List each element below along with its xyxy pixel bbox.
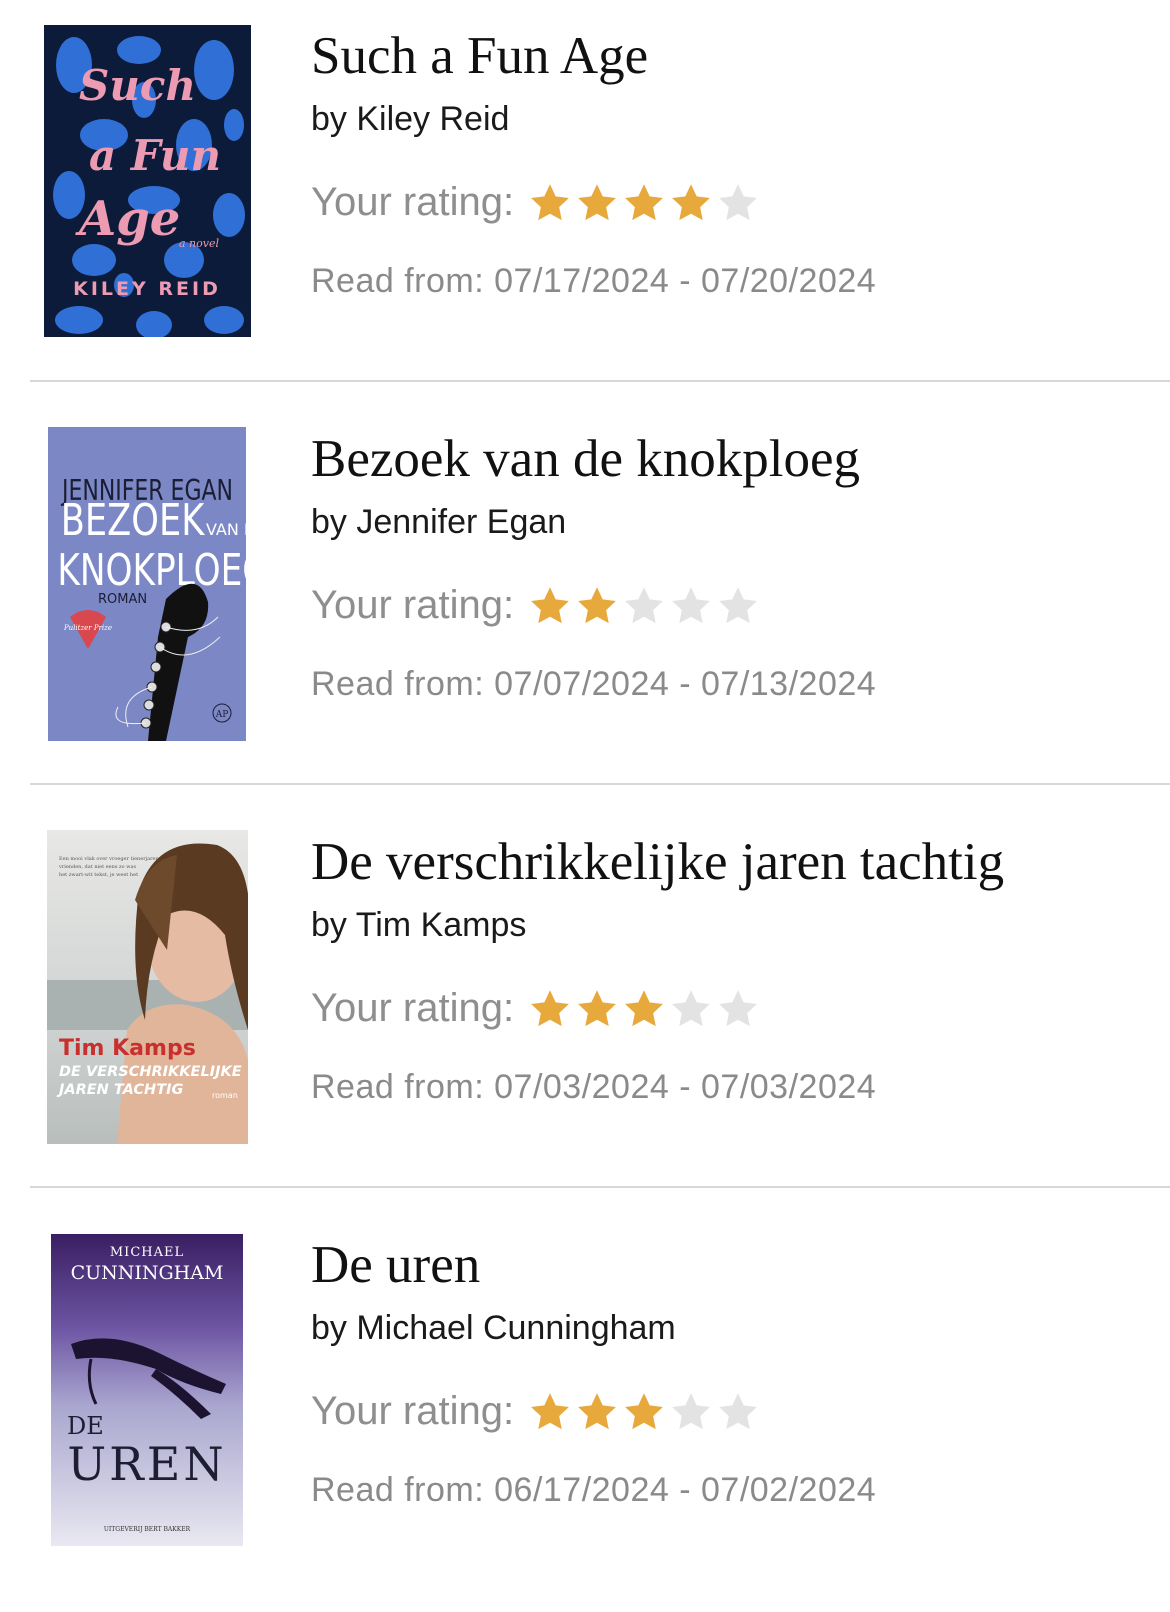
cover-author-last: CUNNINGHAM [71, 1262, 224, 1284]
star-empty-icon[interactable] [669, 986, 716, 1030]
rating-label: Your rating: [311, 180, 515, 224]
book-list-item[interactable]: MICHAEL CUNNINGHAM DE UREN UITGEVERIJ BE… [0, 1209, 1170, 1612]
book-list-item[interactable]: Such a Fun Age a novel KILEY REID Such a… [0, 0, 1170, 403]
book-list-item[interactable]: Een mooi vlak over vroeger tienerjaren, … [0, 806, 1170, 1209]
book-title[interactable]: De verschrikkelijke jaren tachtig [311, 836, 1004, 889]
cover-title-line: BEZOEK [61, 495, 205, 546]
book-title[interactable]: De uren [311, 1239, 480, 1292]
star-rating[interactable] [528, 583, 763, 627]
star-filled-icon[interactable] [622, 1389, 669, 1433]
star-filled-icon[interactable] [575, 180, 622, 224]
cover-title-line: a Fun [89, 131, 221, 180]
book-cover-image[interactable]: Een mooi vlak over vroeger tienerjaren, … [47, 830, 248, 1144]
user-rating: Your rating: [311, 180, 763, 224]
svg-text:vrienden, dat niet eens zo was: vrienden, dat niet eens zo was [58, 864, 136, 870]
star-filled-icon[interactable] [575, 1389, 622, 1433]
star-filled-icon[interactable] [575, 583, 622, 627]
user-rating: Your rating: [311, 583, 763, 627]
cover-badge: Pulitzer Prize [63, 624, 112, 632]
user-rating: Your rating: [311, 1389, 763, 1433]
rating-label: Your rating: [311, 1389, 515, 1433]
star-rating[interactable] [528, 986, 763, 1030]
cover-title-line: Age [75, 191, 180, 247]
book-author[interactable]: by Tim Kamps [311, 908, 526, 942]
rating-label: Your rating: [311, 583, 515, 627]
star-filled-icon[interactable] [622, 180, 669, 224]
cover-title-big: UREN [67, 1437, 226, 1491]
star-filled-icon[interactable] [528, 1389, 575, 1433]
cover-title-small: DE [67, 1412, 104, 1440]
cover-author: KILEY REID [73, 278, 221, 300]
divider [30, 1186, 1170, 1188]
star-rating[interactable] [528, 180, 763, 224]
user-rating: Your rating: [311, 986, 763, 1030]
read-dates: Read from: 07/07/2024 - 07/13/2024 [311, 665, 877, 703]
star-empty-icon[interactable] [716, 1389, 763, 1433]
read-dates: Read from: 07/17/2024 - 07/20/2024 [311, 262, 877, 300]
read-dates: Read from: 07/03/2024 - 07/03/2024 [311, 1068, 877, 1106]
book-author[interactable]: by Kiley Reid [311, 102, 509, 136]
book-author[interactable]: by Jennifer Egan [311, 505, 566, 539]
star-filled-icon[interactable] [575, 986, 622, 1030]
book-cover-image[interactable]: JENNIFER EGAN BEZOEK VAN DE KNOKPLOEG RO… [48, 427, 246, 741]
star-filled-icon[interactable] [622, 986, 669, 1030]
star-empty-icon[interactable] [622, 583, 669, 627]
cover-subtitle: ROMAN [98, 592, 147, 607]
svg-text:Een mooi vlak over vroeger tie: Een mooi vlak over vroeger tienerjaren, [59, 856, 161, 862]
divider [30, 783, 1170, 785]
star-filled-icon[interactable] [528, 583, 575, 627]
book-title[interactable]: Bezoek van de knokploeg [311, 433, 860, 486]
book-cover-image[interactable]: Such a Fun Age a novel KILEY REID [44, 25, 251, 337]
book-author[interactable]: by Michael Cunningham [311, 1311, 676, 1345]
book-list-item[interactable]: JENNIFER EGAN BEZOEK VAN DE KNOKPLOEG RO… [0, 403, 1170, 806]
star-empty-icon[interactable] [669, 583, 716, 627]
cover-author-first: MICHAEL [110, 1245, 184, 1260]
cover-author: Tim Kamps [59, 1036, 196, 1061]
divider [30, 380, 1170, 382]
cover-title-line: KNOKPLOEG [57, 545, 246, 596]
cover-publisher: UITGEVERIJ BERT BAKKER [104, 1526, 191, 1533]
book-title[interactable]: Such a Fun Age [311, 30, 648, 83]
cover-title-line: JAREN TACHTIG [56, 1082, 183, 1098]
svg-text:het zwart-wit tekst, je weet h: het zwart-wit tekst, je weet het [59, 872, 138, 878]
star-empty-icon[interactable] [669, 1389, 716, 1433]
star-empty-icon[interactable] [716, 986, 763, 1030]
rating-label: Your rating: [311, 986, 515, 1030]
cover-subtitle: roman [212, 1091, 238, 1100]
star-filled-icon[interactable] [528, 180, 575, 224]
book-cover-image[interactable]: MICHAEL CUNNINGHAM DE UREN UITGEVERIJ BE… [51, 1234, 243, 1546]
cover-title-line: DE VERSCHRIKKELIJKE [59, 1064, 242, 1080]
star-filled-icon[interactable] [669, 180, 716, 224]
star-rating[interactable] [528, 1389, 763, 1433]
cover-title-line: Such [79, 61, 196, 110]
star-empty-icon[interactable] [716, 583, 763, 627]
cover-publisher: AP [215, 710, 229, 720]
star-empty-icon[interactable] [716, 180, 763, 224]
star-filled-icon[interactable] [528, 986, 575, 1030]
cover-title-small: VAN DE [206, 520, 246, 539]
cover-tagline: a novel [179, 237, 219, 250]
read-dates: Read from: 06/17/2024 - 07/02/2024 [311, 1471, 877, 1509]
